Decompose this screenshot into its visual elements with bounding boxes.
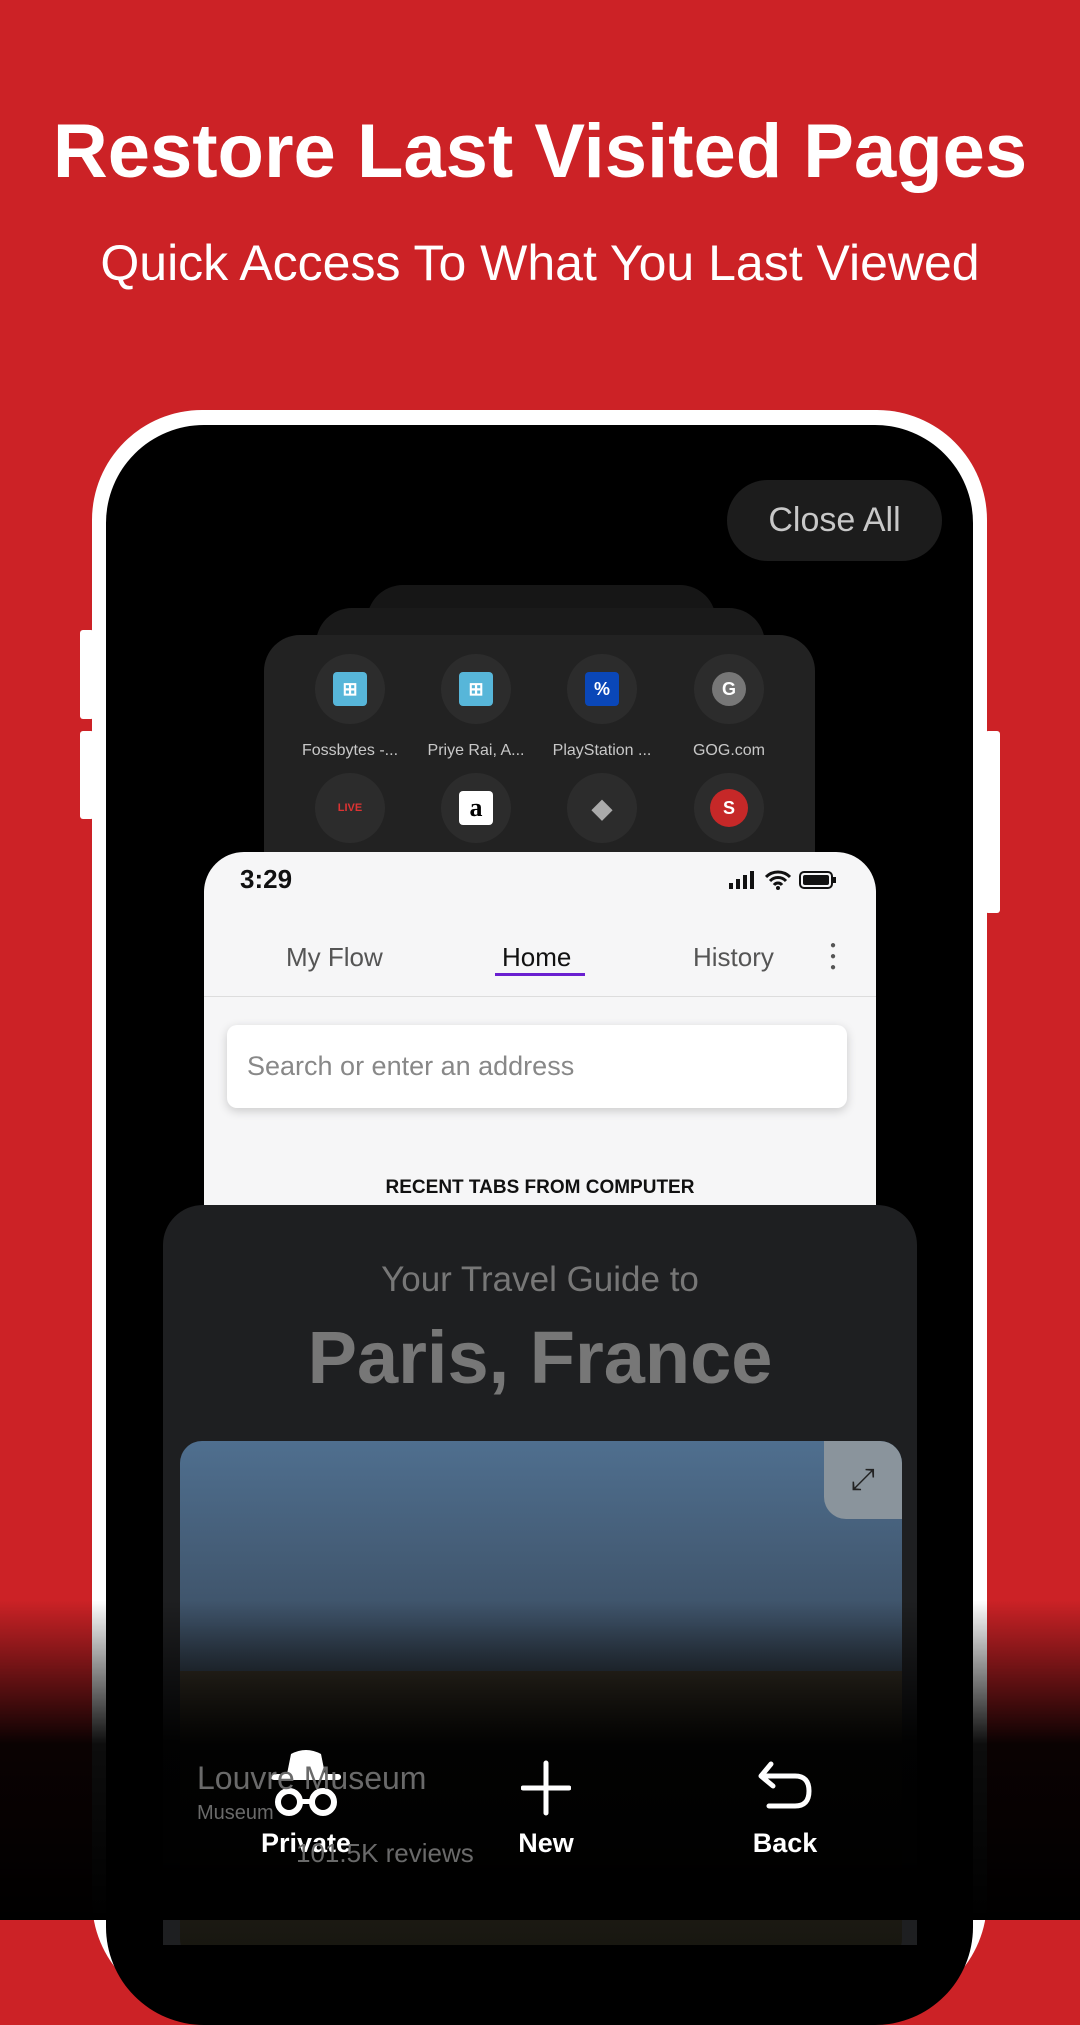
speed-dial-tile[interactable]: LIVE [280, 773, 420, 843]
place-category: Museum [197, 1802, 274, 1824]
letter-g-icon: G [712, 672, 746, 706]
section-heading: RECENT TABS FROM COMPUTER [385, 1177, 695, 1198]
speed-dial-tile[interactable]: a [406, 773, 546, 843]
wifi-icon [765, 870, 791, 890]
place-name: Louvre Museum [197, 1760, 427, 1796]
speed-dial-tile[interactable]: G GOG.com [659, 654, 799, 760]
speed-dial-tile[interactable]: ⊞ Priye Rai, A... [406, 654, 546, 760]
page-subtitle: Quick Access To What You Last Viewed [100, 235, 980, 291]
new-label: New [518, 1828, 574, 1858]
expand-icon[interactable]: ⤢ [824, 1441, 902, 1519]
status-time: 3:29 [240, 864, 293, 894]
letter-s-icon: S [710, 789, 748, 827]
tab-my-flow[interactable]: My Flow [286, 942, 383, 973]
playstation-icon: % [585, 672, 619, 706]
divider [204, 996, 876, 997]
plus-icon [521, 1760, 571, 1816]
phone-power-button [985, 731, 1000, 913]
back-button[interactable]: Back [705, 1758, 865, 1859]
fossbytes-icon: ⊞ [459, 672, 493, 706]
tab-history[interactable]: History [693, 942, 774, 973]
speed-dial-tile[interactable]: % PlayStation ... [532, 654, 672, 760]
close-all-button[interactable]: Close All [727, 480, 942, 561]
active-tab-indicator [495, 973, 585, 976]
speed-dial-tile[interactable]: ⊞ Fossbytes -... [280, 654, 420, 760]
browser-home-tab-card[interactable]: 3:29 My Flow Home History ● ● ● Search or … [204, 852, 876, 1212]
travel-subtitle: Your Travel Guide to [381, 1260, 699, 1299]
page-title: Restore Last Visited Pages [52, 109, 1028, 194]
more-menu-icon[interactable]: ● ● ● [830, 940, 838, 973]
undo-icon [758, 1761, 812, 1809]
amazon-icon: a [459, 791, 493, 825]
speed-dial-tile[interactable]: S [659, 773, 799, 843]
live-tv-icon: LIVE [337, 802, 363, 814]
speed-dial-tile[interactable]: ◆ [532, 773, 672, 843]
place-reviews: 101.5K reviews [296, 1838, 474, 1868]
layers-icon: ◆ [592, 792, 612, 823]
fossbytes-icon: ⊞ [333, 672, 367, 706]
signal-icon [729, 871, 754, 889]
tab-home[interactable]: Home [502, 942, 571, 973]
travel-title: Paris, France [307, 1316, 773, 1399]
new-tab-button[interactable]: New [466, 1758, 626, 1859]
back-label: Back [752, 1828, 818, 1858]
status-icons [729, 870, 837, 890]
battery-icon [799, 871, 836, 889]
search-input[interactable]: Search or enter an address [227, 1025, 847, 1108]
